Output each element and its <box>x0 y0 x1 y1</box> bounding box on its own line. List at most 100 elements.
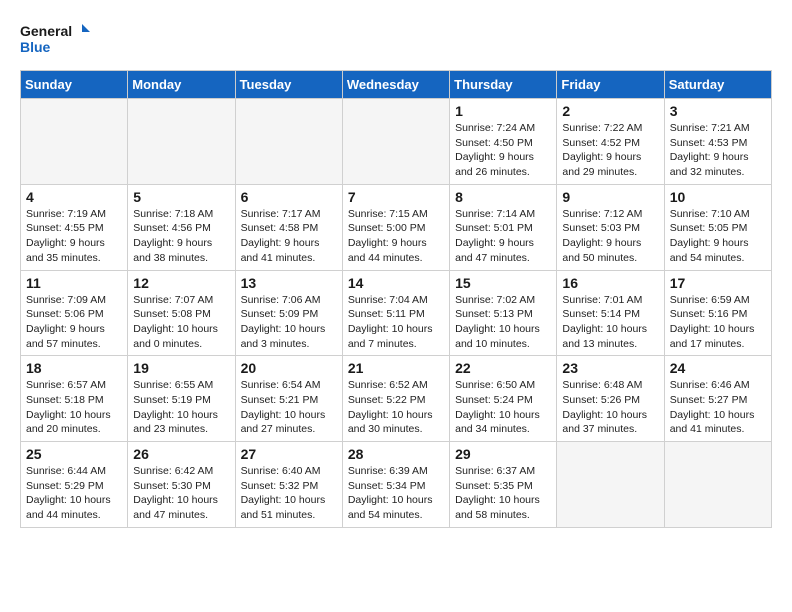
day-number: 15 <box>455 275 551 291</box>
day-number: 27 <box>241 446 337 462</box>
day-info: Sunrise: 7:14 AM Sunset: 5:01 PM Dayligh… <box>455 207 551 266</box>
calendar-cell: 27 Sunrise: 6:40 AM Sunset: 5:32 PM Dayli… <box>235 442 342 528</box>
day-number: 10 <box>670 189 766 205</box>
day-number: 3 <box>670 103 766 119</box>
day-number: 11 <box>26 275 122 291</box>
weekday-tuesday: Tuesday <box>235 71 342 99</box>
calendar-cell: 22Sunrise: 6:50 AM Sunset: 5:24 PM Dayli… <box>450 356 557 442</box>
calendar-cell: 23 Sunrise: 6:48 AM Sunset: 5:26 PM Dayli… <box>557 356 664 442</box>
day-number: 18 <box>26 360 122 376</box>
day-number: 28 <box>348 446 444 462</box>
week-row-1: 4Sunrise: 7:19 AM Sunset: 4:55 PM Daylig… <box>21 184 772 270</box>
day-info: Sunrise: 7:15 AM Sunset: 5:00 PM Dayligh… <box>348 207 444 266</box>
day-info: Sunrise: 6:40 AM Sunset: 5:32 PM Dayligh… <box>241 464 337 523</box>
day-info: Sunrise: 7:06 AM Sunset: 5:09 PM Dayligh… <box>241 293 337 352</box>
day-info: Sunrise: 6:37 AM Sunset: 5:35 PM Dayligh… <box>455 464 551 523</box>
day-number: 6 <box>241 189 337 205</box>
day-number: 23 <box>562 360 658 376</box>
day-info: Sunrise: 6:50 AM Sunset: 5:24 PM Dayligh… <box>455 378 551 437</box>
day-number: 5 <box>133 189 229 205</box>
calendar-cell <box>128 99 235 185</box>
day-number: 26 <box>133 446 229 462</box>
day-info: Sunrise: 7:19 AM Sunset: 4:55 PM Dayligh… <box>26 207 122 266</box>
calendar-cell: 12 Sunrise: 7:07 AM Sunset: 5:08 PM Dayli… <box>128 270 235 356</box>
weekday-header-row: SundayMondayTuesdayWednesdayThursdayFrid… <box>21 71 772 99</box>
calendar-cell: 1 Sunrise: 7:24 AM Sunset: 4:50 PM Daylig… <box>450 99 557 185</box>
day-number: 2 <box>562 103 658 119</box>
calendar-cell: 18Sunrise: 6:57 AM Sunset: 5:18 PM Dayli… <box>21 356 128 442</box>
day-number: 17 <box>670 275 766 291</box>
day-number: 20 <box>241 360 337 376</box>
calendar-body: 1 Sunrise: 7:24 AM Sunset: 4:50 PM Daylig… <box>21 99 772 528</box>
day-info: Sunrise: 6:52 AM Sunset: 5:22 PM Dayligh… <box>348 378 444 437</box>
calendar-cell: 10 Sunrise: 7:10 AM Sunset: 5:05 PM Dayli… <box>664 184 771 270</box>
weekday-friday: Friday <box>557 71 664 99</box>
calendar-cell: 2 Sunrise: 7:22 AM Sunset: 4:52 PM Daylig… <box>557 99 664 185</box>
calendar-cell: 15 Sunrise: 7:02 AM Sunset: 5:13 PM Dayli… <box>450 270 557 356</box>
calendar-cell <box>664 442 771 528</box>
calendar-cell: 5 Sunrise: 7:18 AM Sunset: 4:56 PM Daylig… <box>128 184 235 270</box>
calendar-cell: 16 Sunrise: 7:01 AM Sunset: 5:14 PM Dayli… <box>557 270 664 356</box>
day-info: Sunrise: 7:04 AM Sunset: 5:11 PM Dayligh… <box>348 293 444 352</box>
calendar-cell <box>21 99 128 185</box>
day-info: Sunrise: 7:17 AM Sunset: 4:58 PM Dayligh… <box>241 207 337 266</box>
day-info: Sunrise: 6:44 AM Sunset: 5:29 PM Dayligh… <box>26 464 122 523</box>
svg-text:Blue: Blue <box>20 39 51 55</box>
calendar-cell: 26 Sunrise: 6:42 AM Sunset: 5:30 PM Dayli… <box>128 442 235 528</box>
day-info: Sunrise: 7:24 AM Sunset: 4:50 PM Dayligh… <box>455 121 551 180</box>
logo: General Blue <box>20 20 90 60</box>
page-header: General Blue <box>20 20 772 60</box>
calendar-cell: 29Sunrise: 6:37 AM Sunset: 5:35 PM Dayli… <box>450 442 557 528</box>
day-number: 14 <box>348 275 444 291</box>
day-info: Sunrise: 7:22 AM Sunset: 4:52 PM Dayligh… <box>562 121 658 180</box>
calendar-table: SundayMondayTuesdayWednesdayThursdayFrid… <box>20 70 772 528</box>
calendar-cell: 14 Sunrise: 7:04 AM Sunset: 5:11 PM Dayli… <box>342 270 449 356</box>
svg-text:General: General <box>20 23 72 39</box>
calendar-cell: 9Sunrise: 7:12 AM Sunset: 5:03 PM Daylig… <box>557 184 664 270</box>
day-info: Sunrise: 6:42 AM Sunset: 5:30 PM Dayligh… <box>133 464 229 523</box>
week-row-2: 11 Sunrise: 7:09 AM Sunset: 5:06 PM Dayli… <box>21 270 772 356</box>
day-number: 24 <box>670 360 766 376</box>
day-info: Sunrise: 7:10 AM Sunset: 5:05 PM Dayligh… <box>670 207 766 266</box>
calendar-cell: 11 Sunrise: 7:09 AM Sunset: 5:06 PM Dayli… <box>21 270 128 356</box>
day-number: 19 <box>133 360 229 376</box>
day-info: Sunrise: 7:02 AM Sunset: 5:13 PM Dayligh… <box>455 293 551 352</box>
day-info: Sunrise: 6:48 AM Sunset: 5:26 PM Dayligh… <box>562 378 658 437</box>
day-info: Sunrise: 7:09 AM Sunset: 5:06 PM Dayligh… <box>26 293 122 352</box>
day-number: 16 <box>562 275 658 291</box>
calendar-cell: 8 Sunrise: 7:14 AM Sunset: 5:01 PM Daylig… <box>450 184 557 270</box>
weekday-sunday: Sunday <box>21 71 128 99</box>
weekday-monday: Monday <box>128 71 235 99</box>
calendar-cell: 25 Sunrise: 6:44 AM Sunset: 5:29 PM Dayli… <box>21 442 128 528</box>
day-number: 8 <box>455 189 551 205</box>
calendar-cell: 3 Sunrise: 7:21 AM Sunset: 4:53 PM Daylig… <box>664 99 771 185</box>
day-number: 25 <box>26 446 122 462</box>
calendar-cell: 20Sunrise: 6:54 AM Sunset: 5:21 PM Dayli… <box>235 356 342 442</box>
day-number: 7 <box>348 189 444 205</box>
day-number: 1 <box>455 103 551 119</box>
day-info: Sunrise: 7:07 AM Sunset: 5:08 PM Dayligh… <box>133 293 229 352</box>
week-row-3: 18Sunrise: 6:57 AM Sunset: 5:18 PM Dayli… <box>21 356 772 442</box>
calendar-cell <box>235 99 342 185</box>
calendar-cell: 24 Sunrise: 6:46 AM Sunset: 5:27 PM Dayli… <box>664 356 771 442</box>
calendar-cell: 28 Sunrise: 6:39 AM Sunset: 5:34 PM Dayli… <box>342 442 449 528</box>
day-number: 13 <box>241 275 337 291</box>
day-number: 21 <box>348 360 444 376</box>
calendar-cell: 7 Sunrise: 7:15 AM Sunset: 5:00 PM Daylig… <box>342 184 449 270</box>
calendar-cell <box>557 442 664 528</box>
day-info: Sunrise: 6:55 AM Sunset: 5:19 PM Dayligh… <box>133 378 229 437</box>
day-number: 12 <box>133 275 229 291</box>
day-info: Sunrise: 7:21 AM Sunset: 4:53 PM Dayligh… <box>670 121 766 180</box>
day-info: Sunrise: 7:01 AM Sunset: 5:14 PM Dayligh… <box>562 293 658 352</box>
day-info: Sunrise: 6:46 AM Sunset: 5:27 PM Dayligh… <box>670 378 766 437</box>
calendar-cell: 13 Sunrise: 7:06 AM Sunset: 5:09 PM Dayli… <box>235 270 342 356</box>
weekday-thursday: Thursday <box>450 71 557 99</box>
day-info: Sunrise: 6:59 AM Sunset: 5:16 PM Dayligh… <box>670 293 766 352</box>
week-row-0: 1 Sunrise: 7:24 AM Sunset: 4:50 PM Daylig… <box>21 99 772 185</box>
day-info: Sunrise: 6:39 AM Sunset: 5:34 PM Dayligh… <box>348 464 444 523</box>
calendar-cell: 19 Sunrise: 6:55 AM Sunset: 5:19 PM Dayli… <box>128 356 235 442</box>
weekday-saturday: Saturday <box>664 71 771 99</box>
day-info: Sunrise: 7:18 AM Sunset: 4:56 PM Dayligh… <box>133 207 229 266</box>
calendar-cell: 21 Sunrise: 6:52 AM Sunset: 5:22 PM Dayli… <box>342 356 449 442</box>
weekday-wednesday: Wednesday <box>342 71 449 99</box>
